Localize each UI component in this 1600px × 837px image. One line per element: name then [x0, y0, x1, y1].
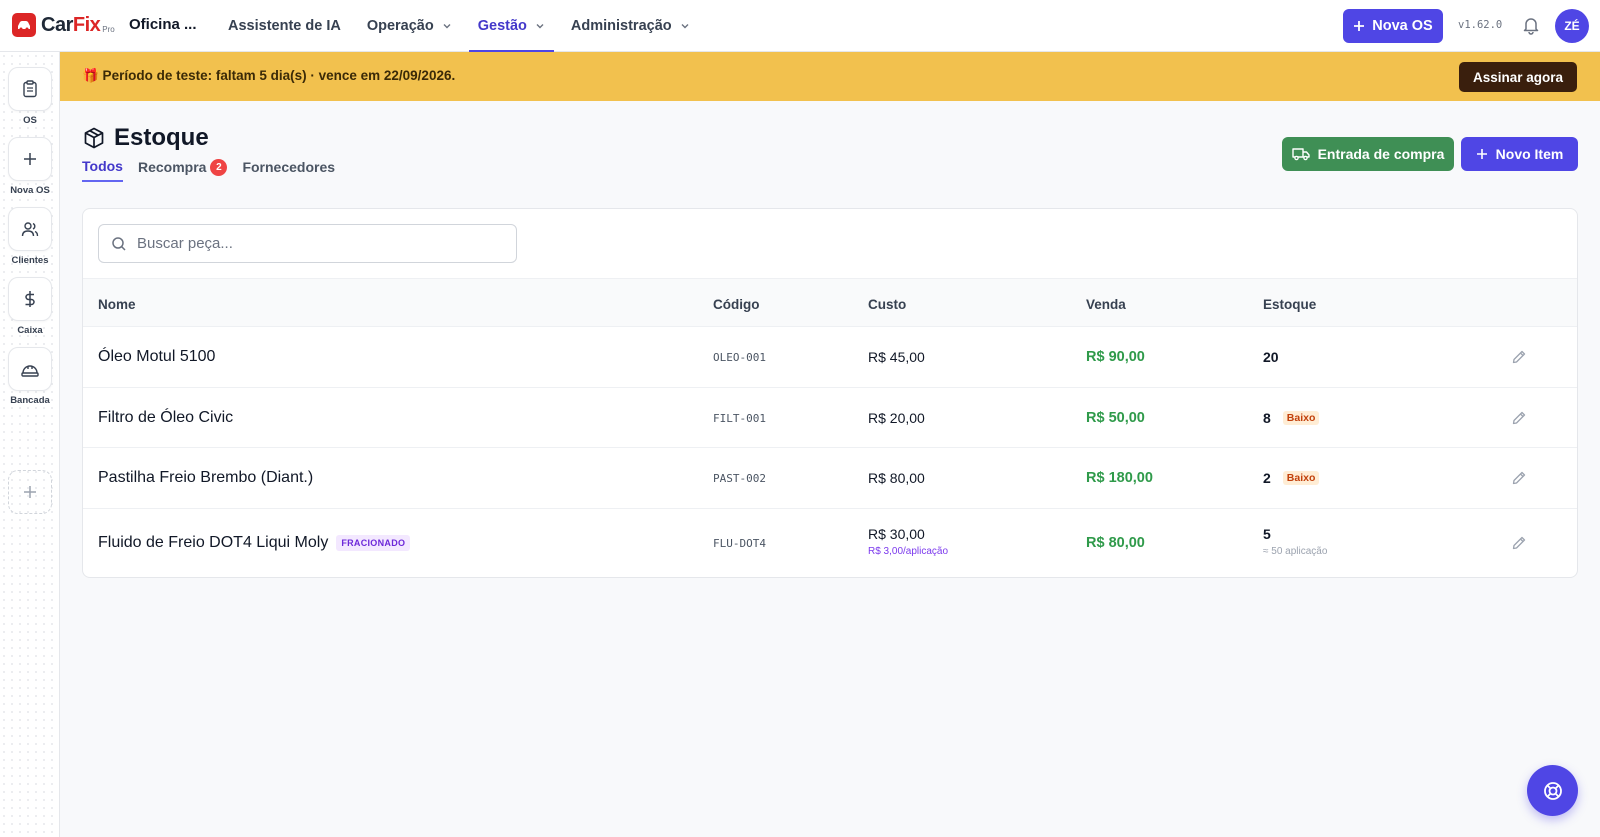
item-sale-price: R$ 50,00 [1086, 410, 1145, 426]
edit-icon[interactable] [1511, 470, 1527, 486]
package-icon [84, 127, 104, 149]
chevron-down-icon [681, 24, 689, 29]
nav-administracao[interactable]: Administração [558, 0, 703, 52]
chevron-down-icon [443, 24, 451, 29]
item-cost-per-application: R$ 3,00/aplicação [868, 546, 949, 557]
sidebar-item-nova-os[interactable]: Nova OS [8, 137, 52, 196]
item-name: Filtro de Óleo Civic [98, 409, 234, 426]
table-row[interactable]: Filtro de Óleo Civic FILT-001 R$ 20,00 R… [83, 388, 1577, 448]
low-stock-badge: Baixo [1282, 411, 1320, 425]
item-code: PAST-002 [713, 472, 766, 485]
user-avatar[interactable]: ZÉ [1555, 9, 1589, 43]
workbench-icon [21, 365, 39, 377]
stock-tabs: Todos Recompra 2 Fornecedores [82, 158, 350, 182]
carfix-logo[interactable]: CarFix Pro [12, 13, 115, 37]
brand-name: CarFix [41, 13, 101, 36]
item-sale-price: R$ 90,00 [1086, 349, 1145, 365]
edit-icon[interactable] [1511, 410, 1527, 426]
trial-banner-text: 🎁 Período de teste: faltam 5 dia(s) · ve… [82, 68, 456, 83]
edit-icon[interactable] [1511, 349, 1527, 365]
item-stock: 5 [1263, 526, 1271, 542]
item-cost: R$ 20,00 [868, 410, 925, 426]
tab-todos[interactable]: Todos [82, 158, 123, 182]
recompra-count-badge: 2 [210, 158, 228, 176]
item-code: FILT-001 [713, 412, 766, 425]
search-box [98, 224, 517, 263]
nav-gestao[interactable]: Gestão [465, 0, 558, 52]
item-name: Óleo Motul 5100 [98, 348, 216, 365]
bell-icon[interactable] [1521, 15, 1541, 35]
tab-fornecedores[interactable]: Fornecedores [242, 158, 335, 182]
item-cost: R$ 30,00 [868, 526, 925, 542]
item-cost: R$ 80,00 [868, 470, 925, 486]
col-header-stock[interactable]: Estoque [1263, 297, 1316, 312]
col-header-cost[interactable]: Custo [868, 297, 906, 312]
nav-operacao[interactable]: Operação [354, 0, 465, 52]
stock-card: Nome Código Custo Venda Estoque Óleo Mot… [82, 208, 1578, 578]
version-label: v1.62.0 [1458, 19, 1503, 31]
item-code: OLEO-001 [713, 351, 766, 364]
col-header-sale[interactable]: Venda [1086, 297, 1126, 312]
car-icon [12, 13, 36, 37]
item-stock: 2 [1263, 470, 1271, 486]
new-os-label: Nova OS [1372, 18, 1433, 34]
col-header-code[interactable]: Código [713, 297, 760, 312]
page-header: Estoque [82, 124, 209, 152]
users-icon [21, 222, 39, 237]
sidebar-item-clientes[interactable]: Clientes [8, 207, 52, 266]
main-nav: Assistente de IA Operação Gestão Adminis… [215, 0, 703, 52]
workshop-name[interactable]: Oficina ... [129, 16, 197, 33]
table-row[interactable]: Fluido de Freio DOT4 Liqui Moly FRACIONAD… [83, 509, 1577, 577]
purchase-entry-button[interactable]: Entrada de compra [1282, 137, 1454, 171]
dollar-icon [25, 291, 35, 307]
item-cost: R$ 45,00 [868, 349, 925, 365]
help-button[interactable] [1527, 765, 1578, 816]
truck-icon [1291, 148, 1310, 161]
clipboard-icon [23, 80, 37, 98]
item-stock-applications: ≈ 50 aplicação [1263, 546, 1328, 557]
edit-icon[interactable] [1511, 535, 1527, 551]
page-title: Estoque [114, 124, 209, 151]
item-sale-price: R$ 180,00 [1086, 470, 1153, 486]
top-nav: CarFix Pro Oficina ... Assistente de IA … [0, 0, 1600, 52]
plus-icon [1476, 149, 1487, 159]
item-sale-price: R$ 80,00 [1086, 535, 1145, 551]
sidebar-add-shortcut[interactable] [8, 470, 52, 514]
table-header: Nome Código Custo Venda Estoque [83, 278, 1577, 327]
chevron-down-icon [536, 24, 544, 29]
item-name: Pastilha Freio Brembo (Diant.) [98, 469, 314, 486]
plus-icon [24, 153, 36, 165]
tab-recompra[interactable]: Recompra 2 [138, 158, 228, 182]
item-code: FLU-DOT4 [713, 537, 766, 550]
sidebar-item-os[interactable]: OS [8, 67, 52, 126]
low-stock-badge: Baixo [1282, 471, 1320, 485]
sidebar-item-bancada[interactable]: Bancada [8, 347, 52, 406]
search-icon [112, 236, 126, 251]
trial-banner: 🎁 Período de teste: faltam 5 dia(s) · ve… [60, 52, 1600, 101]
plus-icon [1354, 21, 1365, 31]
col-header-name[interactable]: Nome [98, 297, 136, 312]
new-os-button[interactable]: Nova OS [1343, 9, 1443, 43]
new-item-button[interactable]: Novo Item [1461, 137, 1578, 171]
plus-icon [24, 486, 36, 498]
table-row[interactable]: Pastilha Freio Brembo (Diant.) PAST-002 … [83, 448, 1577, 509]
quick-sidebar: OS Nova OS Clientes Caixa Bancada [0, 52, 60, 837]
sidebar-item-caixa[interactable]: Caixa [8, 277, 52, 336]
item-name: Fluido de Freio DOT4 Liqui Moly [98, 534, 329, 551]
subscribe-button[interactable]: Assinar agora [1459, 62, 1577, 92]
search-input[interactable] [137, 235, 497, 252]
lifebuoy-icon [1543, 781, 1562, 800]
table-row[interactable]: Óleo Motul 5100 OLEO-001 R$ 45,00 R$ 90,… [83, 327, 1577, 388]
item-stock: 20 [1263, 349, 1279, 365]
brand-pro: Pro [102, 25, 115, 34]
nav-assistente-ia[interactable]: Assistente de IA [215, 0, 354, 52]
fractioned-badge: FRACIONADO [336, 535, 411, 551]
item-stock: 8 [1263, 410, 1271, 426]
